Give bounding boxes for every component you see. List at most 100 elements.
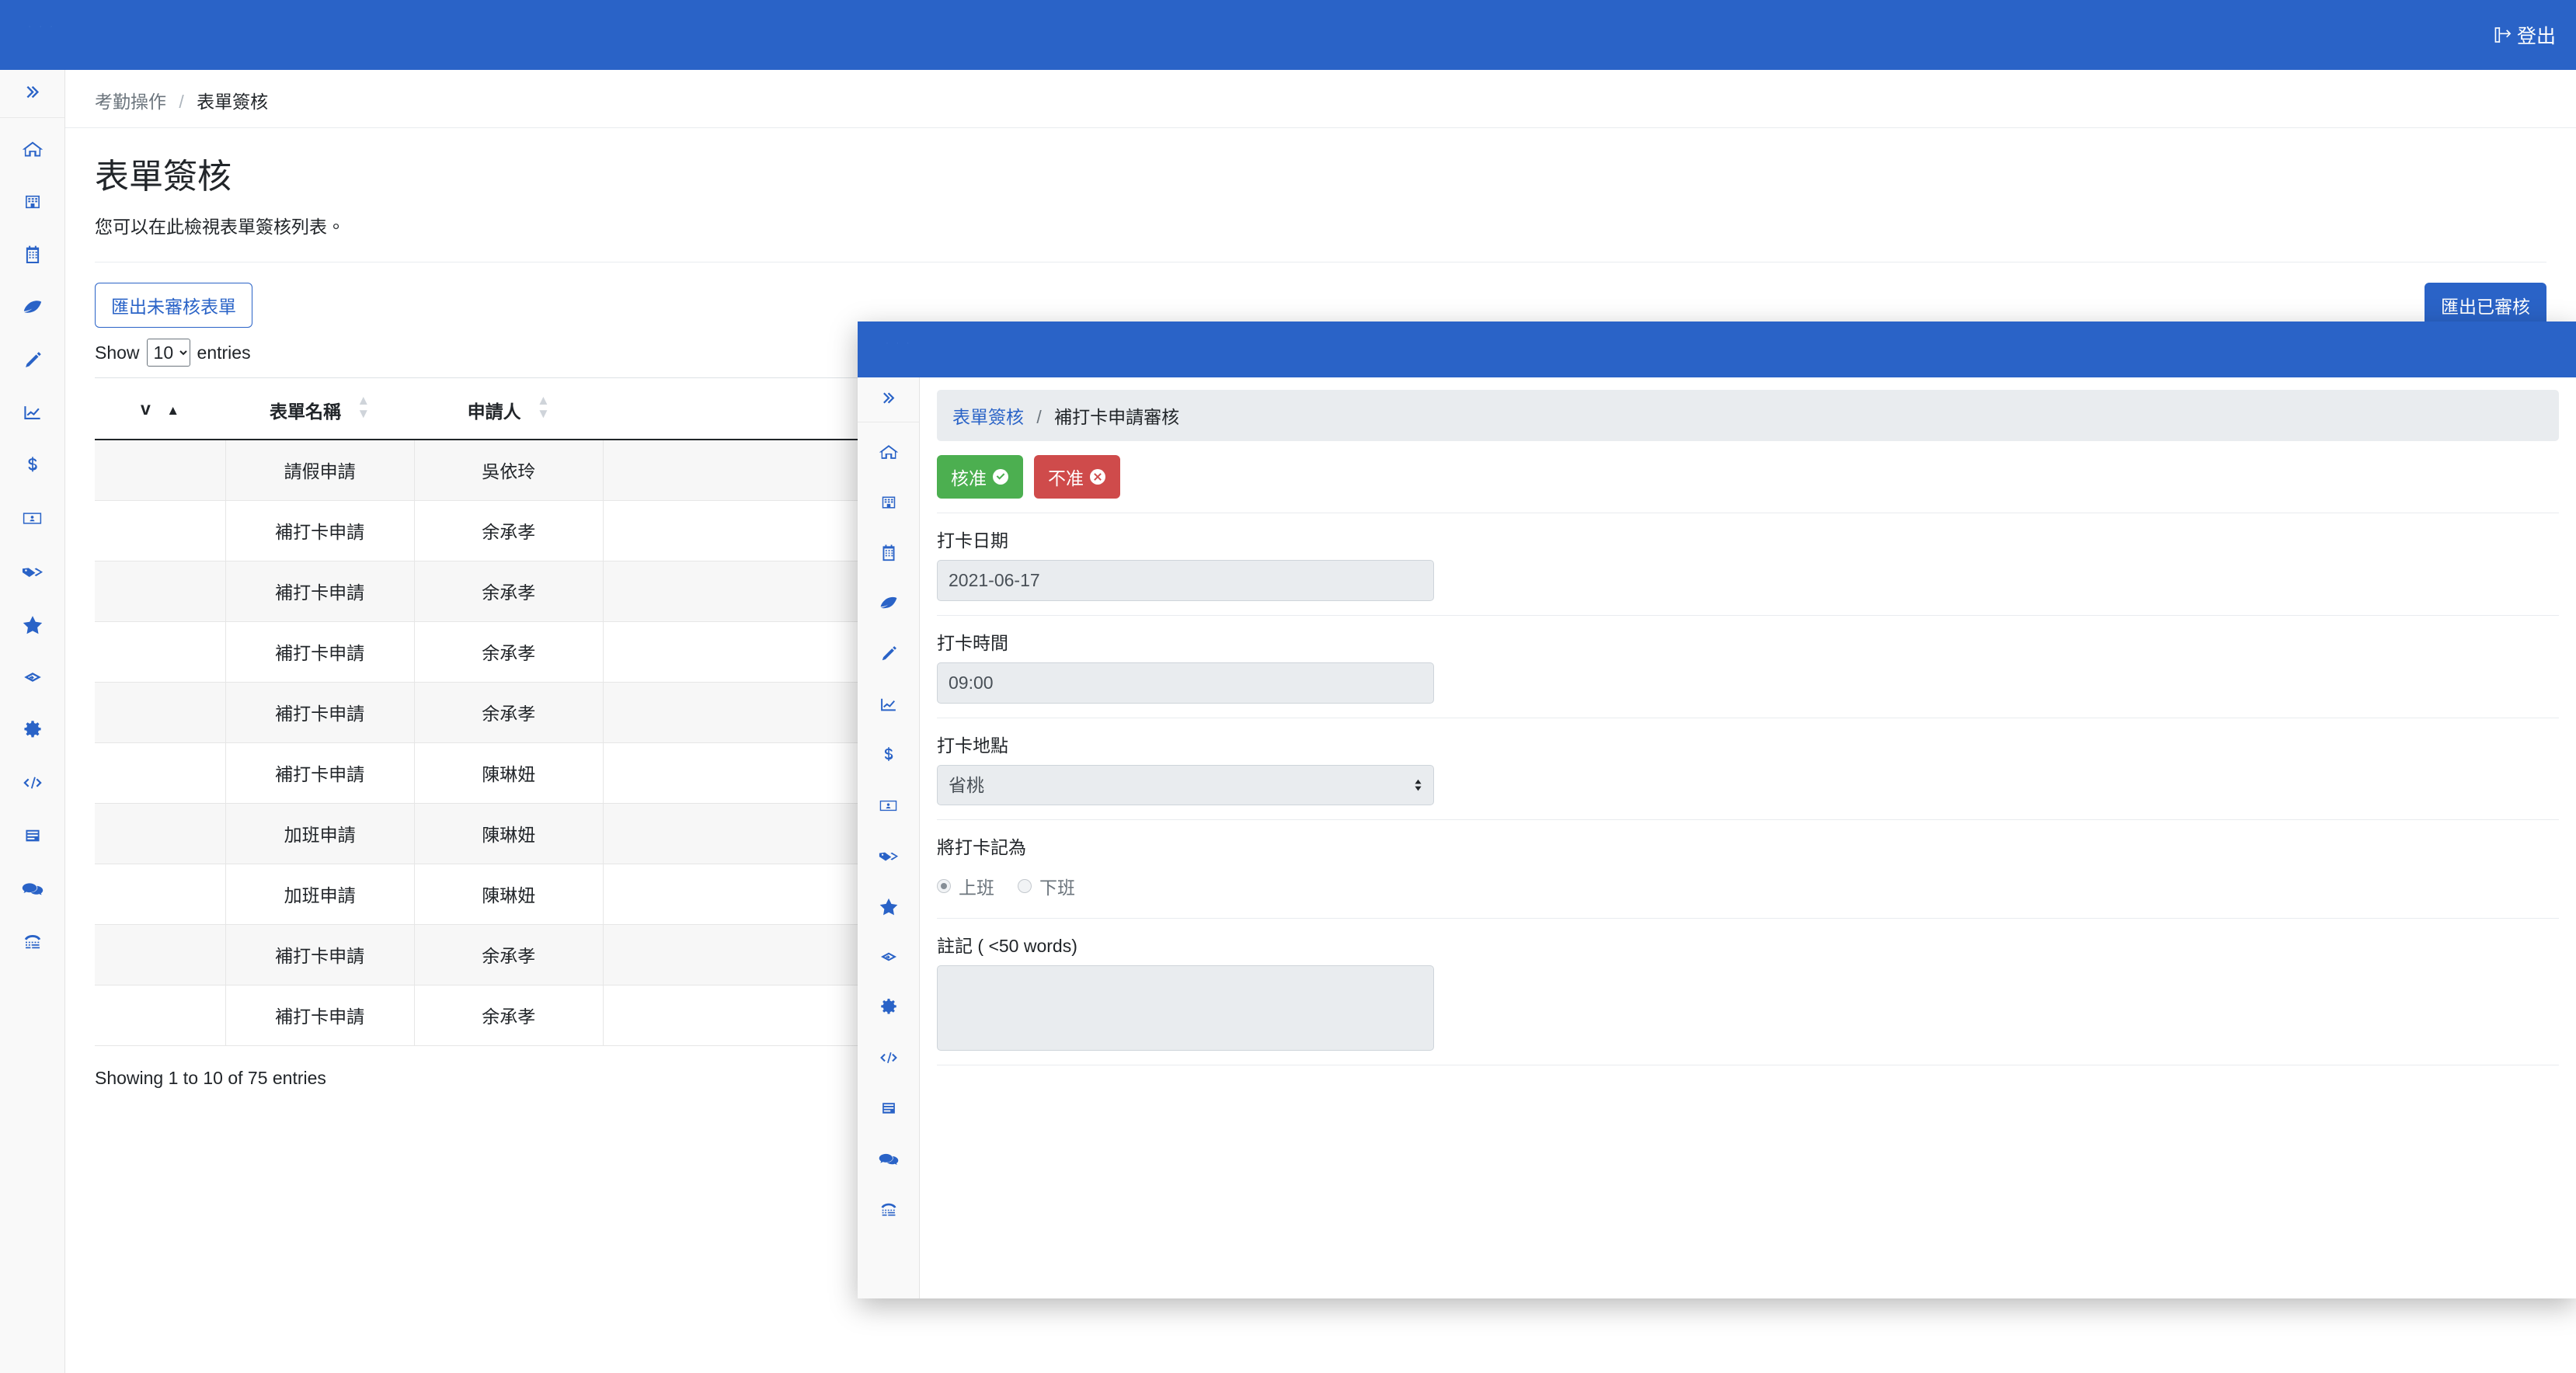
sidebar-toggle-button[interactable]	[0, 70, 64, 118]
sidebar-item-settings[interactable]	[858, 984, 919, 1034]
cell-form-name: 補打卡申請	[225, 985, 414, 1045]
cell-select[interactable]	[95, 621, 225, 682]
reject-button[interactable]: 不准	[1034, 455, 1120, 499]
sidebar-item-reports[interactable]	[858, 681, 919, 732]
sort-both-icon: ▲▼	[357, 394, 370, 420]
sidebar-item-company[interactable]	[0, 177, 64, 230]
cell-applicant: 陳琳妞	[414, 864, 603, 924]
radio-selected-icon	[937, 879, 951, 893]
sidebar-item-employees[interactable]	[0, 494, 64, 547]
cell-form-name: 補打卡申請	[225, 561, 414, 621]
fax-icon	[22, 930, 44, 956]
sidebar-item-workflow[interactable]	[0, 652, 64, 705]
pencil-icon	[23, 350, 43, 374]
breadcrumb-parent[interactable]: 考勤操作	[95, 92, 166, 112]
punch-type-radio-in[interactable]: 上班	[937, 873, 994, 899]
punch-place-select-wrapper: 省桃	[937, 765, 1434, 805]
cell-select[interactable]	[95, 742, 225, 803]
diamond-arrow-icon	[879, 947, 899, 971]
show-label: Show	[95, 342, 140, 363]
sidebar-item-attendance[interactable]	[0, 283, 64, 335]
modal-sidebar-toggle-button[interactable]	[858, 377, 919, 422]
modal-sidebar-items	[858, 422, 919, 1236]
logout-button[interactable]: 登出	[2494, 21, 2556, 49]
diamond-arrow-icon	[22, 666, 44, 692]
sidebar-item-manual[interactable]	[0, 811, 64, 864]
export-unapproved-button[interactable]: 匯出未審核表單	[95, 283, 252, 328]
building-icon	[879, 493, 898, 516]
approve-button[interactable]: 核准	[937, 455, 1023, 499]
cell-form-name: 補打卡申請	[225, 682, 414, 742]
sidebar-item-calendar[interactable]	[0, 230, 64, 283]
cell-select[interactable]	[95, 682, 225, 742]
sidebar-item-calendar[interactable]	[858, 530, 919, 580]
home-icon	[22, 138, 44, 164]
sidebar-item-favorites[interactable]	[858, 883, 919, 933]
modal-action-buttons: 核准 不准	[920, 441, 2576, 499]
sidebar-item-developer[interactable]	[858, 1034, 919, 1085]
cell-select[interactable]	[95, 985, 225, 1045]
comments-icon	[879, 1149, 899, 1173]
cell-select[interactable]	[95, 803, 225, 864]
feather-icon	[22, 297, 44, 322]
cell-applicant: 余承孝	[414, 621, 603, 682]
sidebar-item-edit[interactable]	[858, 631, 919, 681]
punch-date-input[interactable]	[937, 560, 1434, 601]
modal-breadcrumb-parent[interactable]: 表單簽核	[952, 407, 1024, 427]
cell-applicant: 余承孝	[414, 985, 603, 1045]
punch-date-field: 打卡日期	[920, 513, 2576, 601]
note-textarea[interactable]	[937, 965, 1434, 1051]
cell-select[interactable]	[95, 561, 225, 621]
sidebar-item-favorites[interactable]	[0, 600, 64, 652]
chart-line-icon	[879, 695, 898, 718]
sidebar-item-messages[interactable]	[858, 1135, 919, 1186]
cell-form-name: 加班申請	[225, 864, 414, 924]
column-header-applicant[interactable]: 申請人 ▲▼	[414, 378, 603, 440]
sidebar-item-contact[interactable]	[0, 916, 64, 969]
modal-breadcrumb: 表單簽核 / 補打卡申請審核	[937, 390, 2559, 441]
cell-select[interactable]	[95, 924, 225, 985]
logout-label: 登出	[2517, 21, 2556, 49]
sidebar-item-reports[interactable]	[0, 388, 64, 441]
cell-applicant: 陳琳妞	[414, 742, 603, 803]
sidebar-item-contact[interactable]	[858, 1186, 919, 1236]
modal-main: 表單簽核 / 補打卡申請審核 核准 不准	[920, 377, 2576, 1298]
times-circle-icon	[1089, 468, 1106, 485]
sidebar-item-company[interactable]	[858, 479, 919, 530]
sidebar-item-payroll[interactable]	[858, 732, 919, 782]
star-icon	[879, 896, 899, 920]
punch-type-radio-out[interactable]: 下班	[1018, 873, 1075, 899]
page-length-select[interactable]: 10	[147, 339, 190, 367]
sidebar-item-edit[interactable]	[0, 335, 64, 388]
sidebar-item-messages[interactable]	[0, 864, 64, 916]
punch-place-select[interactable]: 省桃	[937, 765, 1434, 805]
dollar-icon	[24, 455, 41, 480]
sidebar-item-settings[interactable]	[0, 705, 64, 758]
sidebar-item-payroll[interactable]	[0, 441, 64, 494]
column-header-select[interactable]: v ▲	[95, 378, 225, 440]
punch-time-input[interactable]	[937, 662, 1434, 704]
home-icon	[879, 442, 899, 466]
punch-type-in-label: 上班	[959, 873, 994, 899]
cell-form-name: 補打卡申請	[225, 924, 414, 985]
gear-icon	[23, 720, 43, 744]
sign-out-icon	[2494, 25, 2514, 45]
sidebar-item-manual[interactable]	[858, 1085, 919, 1135]
radio-unselected-icon	[1018, 879, 1032, 893]
sidebar-item-home[interactable]	[858, 429, 919, 479]
sidebar-item-tags[interactable]	[858, 832, 919, 883]
sidebar-item-employees[interactable]	[858, 782, 919, 832]
sidebar-item-attendance[interactable]	[858, 580, 919, 631]
cell-select[interactable]	[95, 864, 225, 924]
page-subtitle: 您可以在此檢視表單簽核列表。	[95, 212, 2546, 238]
id-card-icon	[22, 508, 43, 533]
sidebar-item-tags[interactable]	[0, 547, 64, 600]
column-header-form-name[interactable]: 表單名稱 ▲▼	[225, 378, 414, 440]
book-icon	[23, 826, 43, 850]
sidebar-item-developer[interactable]	[0, 758, 64, 811]
sidebar-item-workflow[interactable]	[858, 933, 919, 984]
cell-select[interactable]	[95, 500, 225, 561]
sidebar-item-home[interactable]	[0, 124, 64, 177]
approval-detail-modal: · · ·	[858, 322, 2576, 1298]
cell-select[interactable]	[95, 440, 225, 500]
